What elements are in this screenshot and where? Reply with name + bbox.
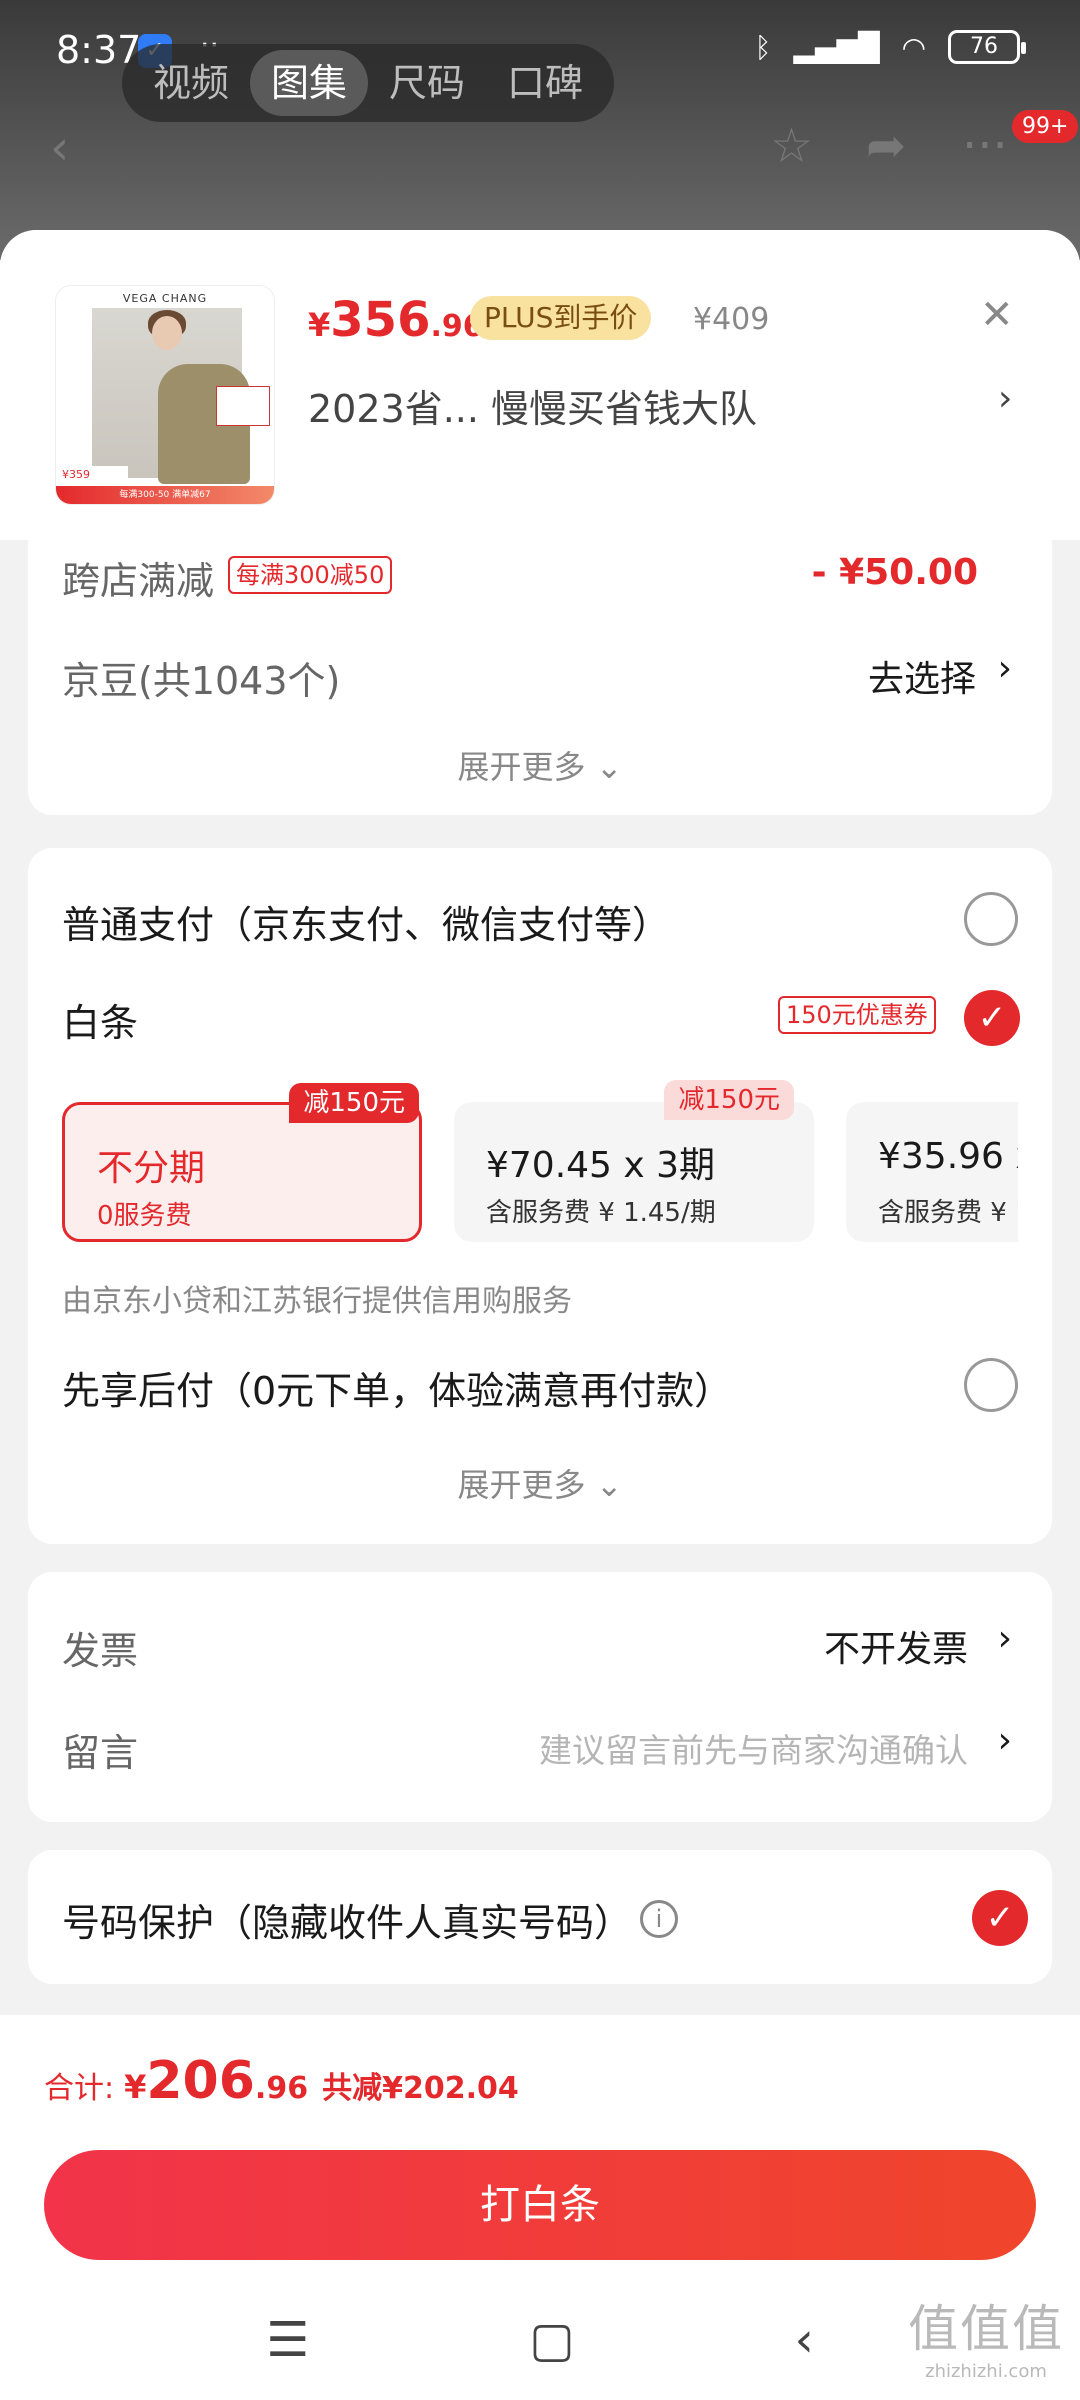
invoice-label: 发票 [62, 1629, 139, 1673]
baitiao-coupon-tag: 150元优惠券 [778, 996, 936, 1034]
payment-card: 普通支付（京东支付、微信支付等） 白条 150元优惠券 ✓ 减150元 不分期 … [28, 848, 1052, 1544]
home-icon[interactable]: ▢ [529, 2312, 574, 2368]
plan-title: ¥70.45 x 3期 [486, 1145, 716, 1186]
original-price: ¥409 [693, 302, 770, 337]
close-icon[interactable]: ✕ [980, 292, 1014, 338]
signal-icon: ▂▄▆█ [793, 30, 880, 64]
model-head [152, 316, 182, 350]
product-header: VEGA CHANG ¥359 每满300-50 满单减67 ¥ 356 .96… [0, 230, 1080, 540]
chevron-down-icon: ⌄ [595, 1466, 623, 1504]
tab-gallery[interactable]: 图集 [250, 50, 368, 116]
watermark-glyphs: 值值值 [908, 2300, 1064, 2358]
baitiao-label[interactable]: 白条 [62, 992, 138, 1047]
chevron-right-icon[interactable]: › [998, 648, 1012, 689]
total-line: 合计: ¥ 206 .96 共减¥202.04 [44, 2051, 519, 2111]
chevron-right-icon[interactable]: › [998, 1618, 1012, 1659]
number-protection-check-icon[interactable]: ✓ [972, 1890, 1028, 1946]
expand-more-discounts[interactable]: 展开更多 ⌄ [28, 742, 1052, 788]
installment-plans: 减150元 不分期 0服务费 减150元 ¥70.45 x 3期 含服务费 ¥ … [62, 1080, 1018, 1252]
pay-later-radio[interactable] [964, 1358, 1018, 1412]
plus-price-tag: PLUS到手价 [470, 296, 652, 340]
plan-fee: 含服务费 ¥ 1.45/期 [486, 1198, 716, 1228]
pay-later-label[interactable]: 先享后付（0元下单，体验满意再付款） [62, 1360, 732, 1415]
product-price: ¥ 356 .96 [308, 292, 484, 348]
battery-icon: 76 [948, 30, 1026, 64]
plan-discount-badge: 减150元 [289, 1083, 419, 1123]
plan-title: ¥35.96 x [878, 1136, 1018, 1177]
chevron-right-icon[interactable]: › [998, 378, 1012, 419]
back-icon[interactable]: ‹ [50, 120, 69, 176]
jingdou-label: 京豆(共1043个) [62, 659, 341, 703]
chevron-down-icon: ⌄ [595, 748, 623, 786]
expand-more-payment[interactable]: 展开更多 ⌄ [28, 1460, 1052, 1506]
normal-payment-radio[interactable] [964, 892, 1018, 946]
credit-provider-note: 由京东小贷和江苏银行提供信用购服务 [62, 1284, 572, 1319]
normal-payment-label[interactable]: 普通支付（京东支付、微信支付等） [62, 894, 670, 949]
tab-video[interactable]: 视频 [132, 50, 250, 116]
menu-icon[interactable]: ☰ [266, 2312, 309, 2368]
total-integer: 206 [146, 2051, 255, 2111]
watermark: 值值值 zhizhizhi.com [908, 2289, 1064, 2382]
total-symbol: ¥ [124, 2068, 147, 2106]
total-decimal: .96 [254, 2071, 309, 2106]
watermark-site: zhizhizhi.com [925, 2361, 1047, 2382]
cross-store-tag: 每满300减50 [228, 556, 393, 594]
tab-reviews[interactable]: 口碑 [486, 50, 604, 116]
more-icon[interactable]: ··· [962, 118, 1008, 174]
background-page: 8:37 ✓ ·· ᛒ ▂▄▆█ ◠ 76 视频 图集 尺码 口碑 ‹ ☆ ➦ … [0, 0, 1080, 260]
plan-fee: 0服务费 [97, 1201, 192, 1231]
cross-store-label: 跨店满减 [62, 559, 215, 603]
message-label: 留言 [62, 1731, 139, 1775]
message-count-badge: 99+ [1012, 110, 1079, 143]
plan-3-installments[interactable]: 减150元 ¥70.45 x 3期 含服务费 ¥ 1.45/期 [454, 1080, 814, 1242]
baitiao-check-icon[interactable]: ✓ [964, 990, 1020, 1046]
status-icons: ᛒ ▂▄▆█ ◠ 76 [754, 30, 1026, 64]
thumbnail-brand: VEGA CHANG [122, 292, 208, 305]
background-nav: ‹ ☆ ➦ ··· 99+ [0, 110, 1080, 190]
expand-label: 展开更多 [457, 1466, 586, 1504]
pay-with-baitiao-button[interactable]: 打白条 [44, 2150, 1036, 2260]
discounts-card: 跨店满减 每满300减50 - ¥50.00 京豆(共1043个) 去选择 › … [28, 540, 1052, 815]
invoice-card: 发票 不开发票 › 留言 建议留言前先与商家沟通确认 › [28, 1572, 1052, 1822]
total-saved: 共减¥202.04 [322, 2071, 519, 2106]
thumbnail-promo-bar: 每满300-50 满单减67 [56, 486, 274, 504]
info-icon[interactable]: i [640, 1900, 678, 1938]
thumbnail-promo-tag [216, 386, 270, 426]
plan-discount-badge: 减150元 [664, 1080, 794, 1120]
expand-label: 展开更多 [457, 748, 586, 786]
price-integer: 356 [330, 292, 431, 348]
plan-title: 不分期 [97, 1148, 206, 1189]
checkout-footer: 合计: ¥ 206 .96 共减¥202.04 打白条 ☰ ▢ ‹ 值值值 zh… [0, 2015, 1080, 2400]
back-icon[interactable]: ‹ [795, 2312, 814, 2368]
plan-no-installment[interactable]: 减150元 不分期 0服务费 [62, 1083, 422, 1242]
thumbnail-price: ¥359 [58, 466, 128, 483]
shop-name[interactable]: 2023省... 慢慢买省钱大队 [308, 378, 757, 433]
wifi-icon: ◠ [901, 30, 926, 64]
number-protection-label: 号码保护（隐藏收件人真实号码） [62, 1901, 633, 1945]
plan-6-installments[interactable]: ¥35.96 x 含服务费 ¥ 1 [846, 1102, 1018, 1242]
star-icon[interactable]: ☆ [770, 118, 813, 174]
price-symbol: ¥ [308, 306, 331, 344]
privacy-card: 号码保护（隐藏收件人真实号码） i ✓ [28, 1850, 1052, 1984]
tab-size[interactable]: 尺码 [368, 50, 486, 116]
chevron-right-icon[interactable]: › [998, 1720, 1012, 1761]
message-input[interactable]: 建议留言前先与商家沟通确认 [539, 1724, 968, 1772]
bluetooth-icon: ᛒ [754, 30, 772, 64]
invoice-value[interactable]: 不开发票 [824, 1620, 968, 1672]
share-icon[interactable]: ➦ [866, 118, 906, 174]
plan-fee: 含服务费 ¥ 1 [878, 1198, 1018, 1228]
product-thumbnail[interactable]: VEGA CHANG ¥359 每满300-50 满单减67 [55, 285, 275, 505]
cross-store-value: - ¥50.00 [811, 552, 978, 593]
total-label: 合计: [44, 2071, 115, 2106]
jingdou-action[interactable]: 去选择 [868, 650, 976, 702]
